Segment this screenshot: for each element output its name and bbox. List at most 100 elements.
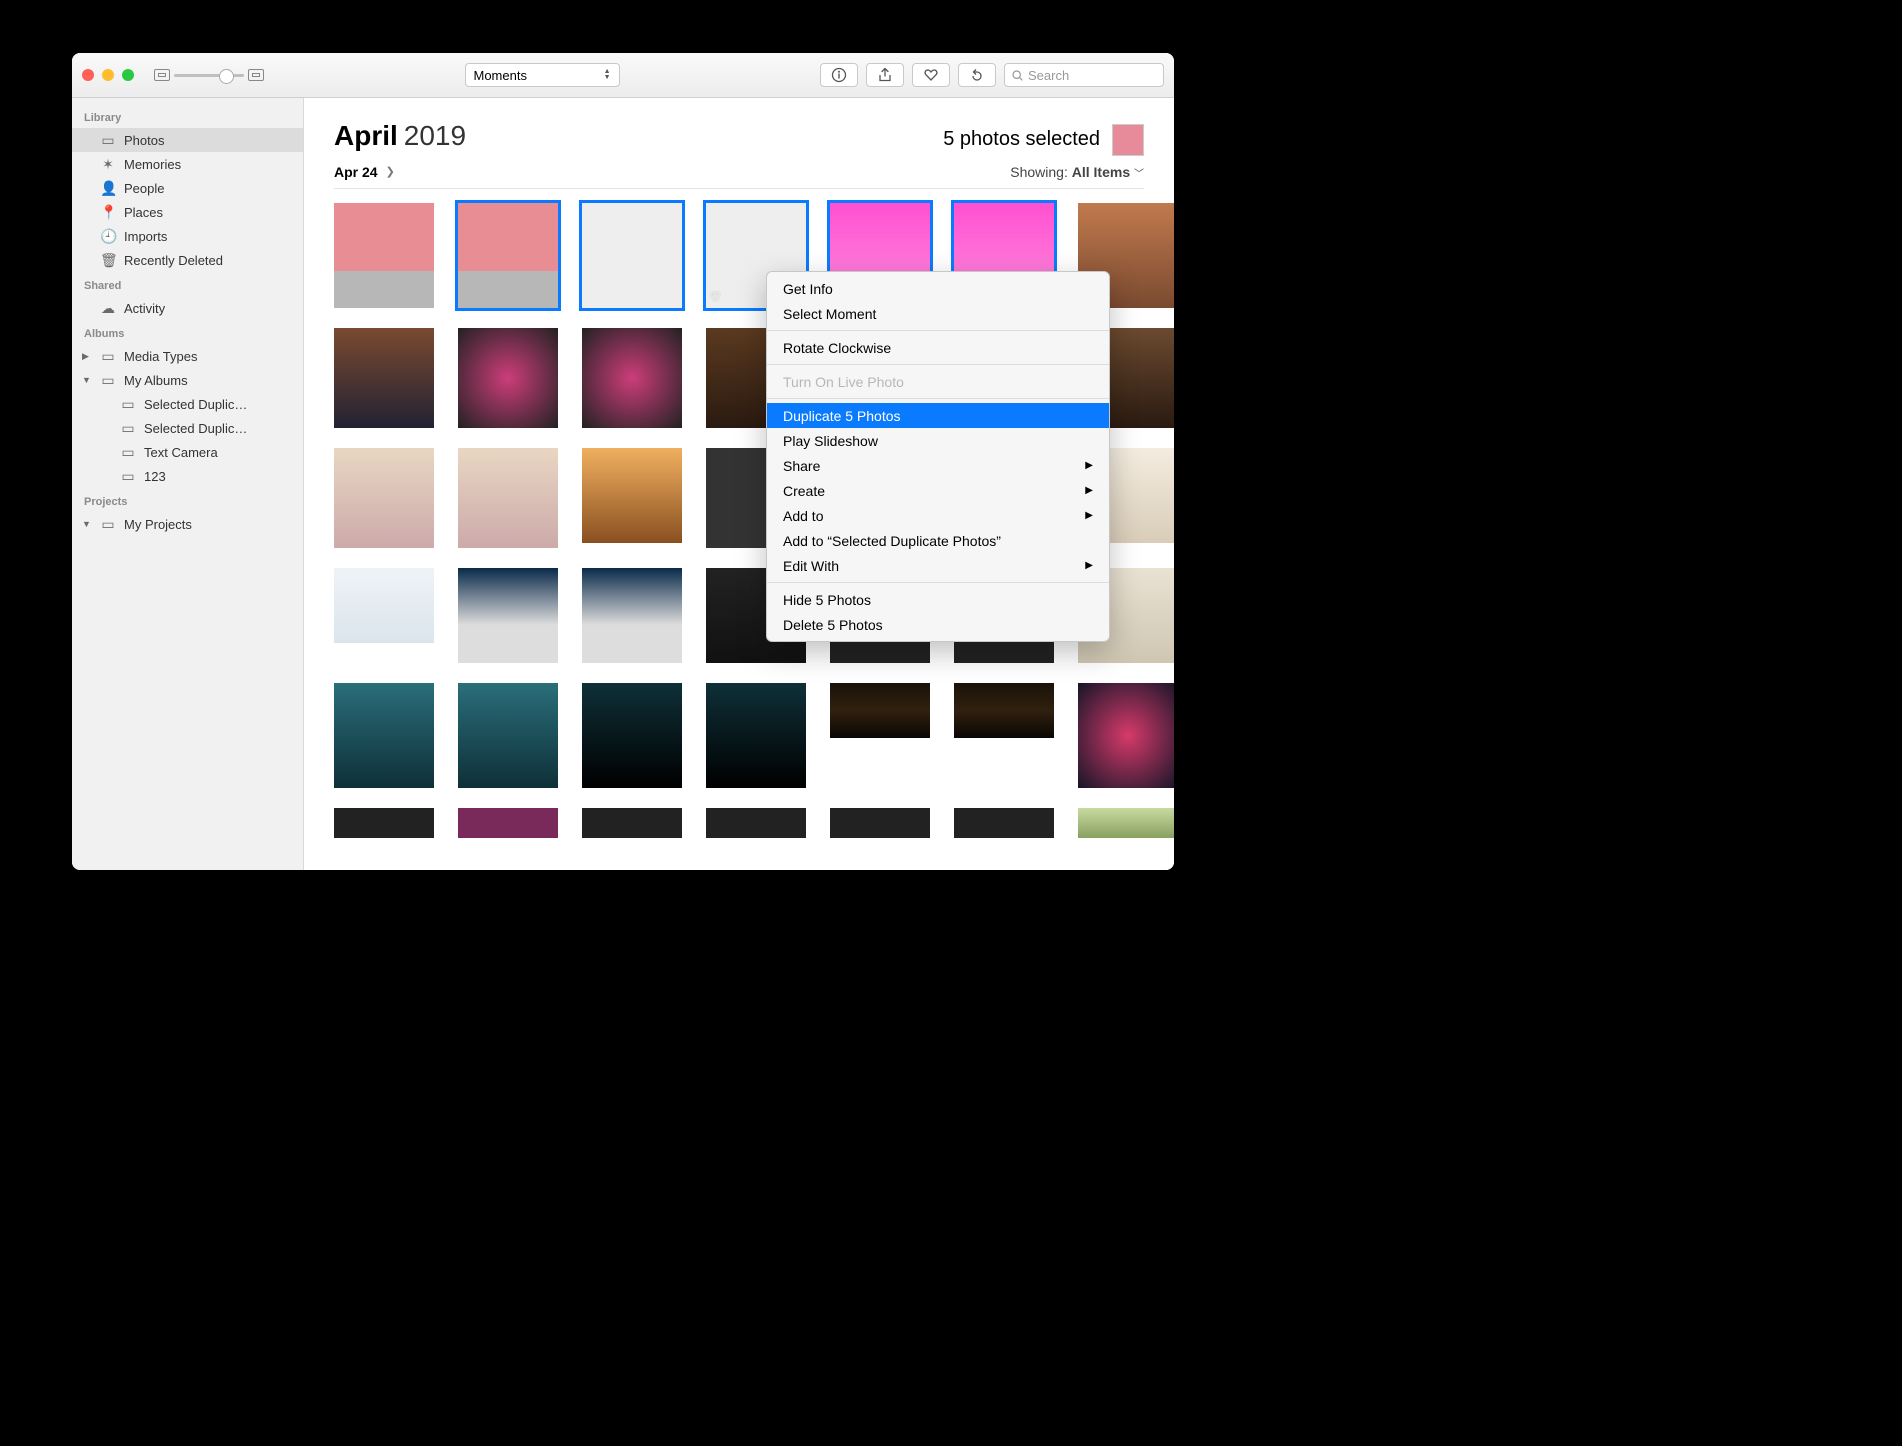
photo-thumbnail[interactable]	[334, 448, 434, 548]
showing-filter[interactable]: Showing: All Items ﹀	[1010, 164, 1144, 180]
photo-thumbnail[interactable]	[582, 203, 682, 308]
album-icon: ▭	[120, 396, 136, 413]
menu-item[interactable]: Share▶	[767, 453, 1109, 478]
disclosure-down-icon[interactable]: ▼	[82, 519, 91, 529]
photo-thumbnail[interactable]	[334, 568, 434, 643]
sidebar-item-my-projects[interactable]: ▼ ▭ My Projects	[72, 512, 303, 536]
people-icon: 👤	[100, 180, 116, 197]
menu-item-label: Delete 5 Photos	[783, 617, 883, 633]
photo-thumbnail[interactable]	[458, 683, 558, 788]
section-albums-label: Albums	[72, 320, 303, 344]
photo-thumbnail[interactable]	[830, 683, 930, 738]
search-field[interactable]: Search	[1004, 63, 1164, 87]
month-title: April	[334, 120, 398, 152]
menu-item-label: Hide 5 Photos	[783, 592, 871, 608]
favorite-button[interactable]	[912, 63, 950, 87]
photo-thumbnail[interactable]	[458, 808, 558, 838]
photo-thumbnail[interactable]	[334, 683, 434, 788]
photo-thumbnail[interactable]	[458, 448, 558, 548]
menu-item[interactable]: Select Moment	[767, 301, 1109, 326]
menu-item[interactable]: Get Info	[767, 276, 1109, 301]
cloud-icon: ☁	[100, 300, 116, 317]
sidebar-item-label: Places	[124, 205, 163, 220]
sidebar-item-recently-deleted[interactable]: 🗑Recently Deleted	[72, 248, 303, 272]
thumbnail-size-slider[interactable]	[174, 74, 244, 77]
menu-item-label: Turn On Live Photo	[783, 374, 904, 390]
info-icon	[831, 67, 847, 83]
section-library-label: Library	[72, 104, 303, 128]
sidebar-item-album[interactable]: ▭Selected Duplic…	[72, 392, 303, 416]
close-window-button[interactable]	[82, 69, 94, 81]
large-thumbnail-icon	[248, 69, 264, 81]
menu-item[interactable]: Delete 5 Photos	[767, 612, 1109, 637]
sidebar-item-photos[interactable]: ▭Photos	[72, 128, 303, 152]
selection-preview-thumb[interactable]	[1112, 124, 1144, 156]
menu-item[interactable]: Create▶	[767, 478, 1109, 503]
photo-thumbnail[interactable]	[706, 808, 806, 838]
photo-thumbnail[interactable]	[1078, 683, 1174, 788]
sidebar-item-imports[interactable]: 🕘Imports	[72, 224, 303, 248]
menu-item[interactable]: Edit With▶	[767, 553, 1109, 578]
zoom-window-button[interactable]	[122, 69, 134, 81]
media-types-label: Media Types	[124, 349, 197, 364]
sidebar-item-label: Selected Duplic…	[144, 421, 247, 436]
photo-thumbnail[interactable]	[582, 683, 682, 788]
sidebar-item-people[interactable]: 👤 People	[72, 176, 303, 200]
sidebar-item-label: People	[124, 181, 164, 196]
menu-item-label: Share	[783, 458, 820, 474]
album-icon: ▭	[120, 420, 136, 437]
context-menu[interactable]: Get Info Select Moment Rotate Clockwise Tur…	[766, 271, 1110, 642]
search-placeholder: Search	[1028, 68, 1069, 83]
sidebar-item-album[interactable]: ▭Text Camera	[72, 440, 303, 464]
sidebar-item-album[interactable]: ▭ Selected Duplic…	[72, 416, 303, 440]
chevron-right-icon[interactable]: ❯	[386, 165, 395, 178]
sidebar-item-memories[interactable]: ✶Memories	[72, 152, 303, 176]
menu-item[interactable]: Duplicate 5 Photos	[767, 403, 1109, 428]
photo-thumbnail[interactable]	[954, 808, 1054, 838]
menu-item[interactable]: Add to▶	[767, 503, 1109, 528]
menu-item-label: Rotate Clockwise	[783, 340, 891, 356]
sidebar-item-label: Text Camera	[144, 445, 218, 460]
rotate-button[interactable]	[958, 63, 996, 87]
sidebar-item-activity[interactable]: ☁ Activity	[72, 296, 303, 320]
menu-item[interactable]: Rotate Clockwise	[767, 335, 1109, 360]
photo-thumbnail[interactable]	[334, 808, 434, 838]
window-controls	[82, 69, 140, 81]
disclosure-right-icon[interactable]: ▶	[82, 351, 89, 362]
photo-thumbnail[interactable]	[334, 203, 434, 308]
photo-thumbnail[interactable]	[334, 328, 434, 428]
photo-thumbnail[interactable]	[830, 808, 930, 838]
submenu-arrow-icon: ▶	[1085, 485, 1093, 496]
photo-thumbnail[interactable]	[582, 448, 682, 543]
photo-thumbnail[interactable]	[582, 568, 682, 663]
sidebar-item-places[interactable]: 📍Places	[72, 200, 303, 224]
share-button[interactable]	[866, 63, 904, 87]
sidebar-item-my-albums[interactable]: ▼ ▭ My Albums	[72, 368, 303, 392]
titlebar: Moments ▲▼ Search	[72, 53, 1174, 98]
photo-thumbnail[interactable]	[458, 568, 558, 663]
thumbnail-size-control[interactable]	[154, 69, 264, 81]
disclosure-down-icon[interactable]: ▼	[82, 375, 91, 385]
date-label[interactable]: Apr 24	[334, 164, 378, 180]
photo-thumbnail[interactable]	[582, 328, 682, 428]
menu-item[interactable]: Add to “Selected Duplicate Photos”	[767, 528, 1109, 553]
submenu-arrow-icon: ▶	[1085, 510, 1093, 521]
menu-item[interactable]: Play Slideshow	[767, 428, 1109, 453]
photo-thumbnail[interactable]	[582, 808, 682, 838]
photo-thumbnail[interactable]	[458, 203, 558, 308]
album-icon: ▭	[100, 348, 116, 365]
menu-item[interactable]: Hide 5 Photos	[767, 587, 1109, 612]
menu-item-label: Play Slideshow	[783, 433, 878, 449]
photo-thumbnail[interactable]	[1078, 808, 1174, 838]
photo-thumbnail[interactable]	[458, 328, 558, 428]
view-mode-select[interactable]: Moments ▲▼	[465, 63, 620, 87]
photo-thumbnail[interactable]	[706, 683, 806, 788]
rotate-icon	[969, 67, 985, 83]
menu-item-label: Select Moment	[783, 306, 876, 322]
minimize-window-button[interactable]	[102, 69, 114, 81]
sidebar-item-album[interactable]: ▭123	[72, 464, 303, 488]
info-button[interactable]	[820, 63, 858, 87]
sidebar-item-label: Activity	[124, 301, 165, 316]
sidebar-item-media-types[interactable]: ▶ ▭ Media Types	[72, 344, 303, 368]
photo-thumbnail[interactable]	[954, 683, 1054, 738]
